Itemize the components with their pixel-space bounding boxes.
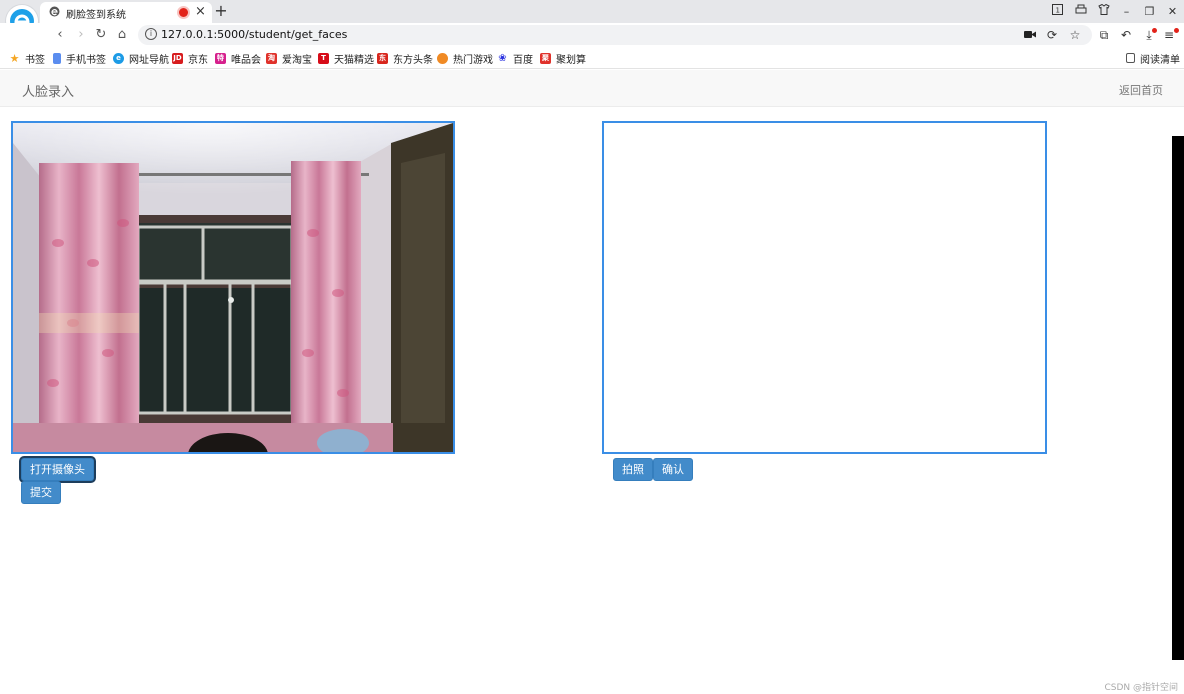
toutiao-icon: 东 <box>377 52 388 64</box>
new-tab-icon[interactable]: + <box>214 1 228 21</box>
camera-video <box>11 121 455 454</box>
camera-in-use-icon[interactable] <box>1022 27 1038 43</box>
back-icon[interactable]: ‹ <box>51 26 69 44</box>
game-icon <box>437 52 448 64</box>
phone-icon <box>53 52 61 64</box>
juhuasuan-icon: 聚 <box>540 52 551 64</box>
submit-button[interactable]: 提交 <box>21 481 61 504</box>
watermark: CSDN @指针空间 <box>1104 683 1178 693</box>
page-navbar: 人脸录入 返回首页 <box>0 70 1184 107</box>
browser-tab-bar: 刷脸签到系统 × + 1 – ❐ ✕ <box>0 0 1184 37</box>
page-title[interactable]: 人脸录入 <box>22 81 74 100</box>
address-bar[interactable]: i 127.0.0.1:5000/student/get_faces ⟳ ☆ <box>138 25 1092 45</box>
vip-icon: 特 <box>215 52 226 64</box>
reload-icon[interactable]: ↻ <box>92 26 110 44</box>
undo-close-icon[interactable]: ↶ <box>1118 27 1134 43</box>
url-text[interactable]: 127.0.0.1:5000/student/get_faces <box>161 28 347 41</box>
tmall-icon: T <box>318 52 329 64</box>
bookmark-item[interactable]: JD 京东 <box>172 51 208 66</box>
window-controls: 1 – ❐ ✕ <box>1046 0 1184 23</box>
site-info-icon[interactable]: i <box>145 28 157 40</box>
bookmark-item[interactable]: 热门游戏 <box>437 51 493 66</box>
download-badge-icon <box>1152 28 1157 33</box>
tab-count-icon[interactable]: 1 <box>1046 0 1069 23</box>
bookmark-item[interactable]: ★ 书签 <box>9 51 45 66</box>
extensions-icon[interactable]: ⧉ <box>1096 27 1112 43</box>
confirm-button[interactable]: 确认 <box>653 458 693 481</box>
jd-icon: JD <box>172 52 183 64</box>
capture-button[interactable]: 拍照 <box>613 458 653 481</box>
menu-badge-icon <box>1174 28 1179 33</box>
tab-title: 刷脸签到系统 <box>66 10 126 21</box>
browser-tab[interactable]: 刷脸签到系统 × <box>40 2 212 23</box>
open-camera-button[interactable]: 打开摄像头 <box>21 458 94 481</box>
print-icon[interactable] <box>1069 0 1092 23</box>
right-edge-bar <box>1172 136 1184 660</box>
reading-list-icon <box>1126 53 1135 63</box>
tab-favicon-icon <box>49 6 60 20</box>
forward-icon[interactable]: › <box>72 26 90 44</box>
bookmark-item[interactable]: 淘 爱淘宝 <box>266 51 312 66</box>
bookmark-star-icon[interactable]: ☆ <box>1067 27 1083 43</box>
bookmark-item[interactable]: 手机书签 <box>53 51 106 66</box>
recording-indicator-icon <box>179 8 188 17</box>
home-icon[interactable]: ⌂ <box>113 26 131 44</box>
baidu-paw-icon: ❀ <box>498 52 507 64</box>
tab-close-icon[interactable]: × <box>195 4 206 19</box>
browser-e-icon: e <box>113 52 124 64</box>
bookmark-item[interactable]: 特 唯品会 <box>215 51 261 66</box>
bookmark-item[interactable]: e 网址导航 <box>113 51 169 66</box>
restore-icon[interactable]: ❐ <box>1138 0 1161 23</box>
captured-photo-canvas <box>602 121 1047 454</box>
taobao-icon: 淘 <box>266 52 277 64</box>
svg-text:1: 1 <box>1056 7 1060 15</box>
bookmark-item[interactable]: 聚 聚划算 <box>540 51 586 66</box>
refresh-page-icon[interactable]: ⟳ <box>1044 27 1060 43</box>
reading-list[interactable]: 阅读清单 <box>1126 51 1180 66</box>
bookmark-item[interactable]: ❀ 百度 <box>497 51 533 66</box>
star-icon: ★ <box>9 51 20 65</box>
bookmark-item[interactable]: T 天猫精选 <box>318 51 374 66</box>
minimize-icon[interactable]: – <box>1115 0 1138 23</box>
close-window-icon[interactable]: ✕ <box>1161 0 1184 23</box>
address-bar-row: ‹ › ↻ ⌂ i 127.0.0.1:5000/student/get_fac… <box>0 23 1184 47</box>
skin-shirt-icon[interactable] <box>1092 0 1115 23</box>
home-link[interactable]: 返回首页 <box>1119 82 1163 98</box>
bookmark-item[interactable]: 东 东方头条 <box>377 51 433 66</box>
bookmarks-bar: ★ 书签 手机书签 e 网址导航 JD 京东 特 唯品会 淘 爱淘宝 T 天猫精… <box>0 47 1184 69</box>
camera-feed-image <box>13 123 453 452</box>
